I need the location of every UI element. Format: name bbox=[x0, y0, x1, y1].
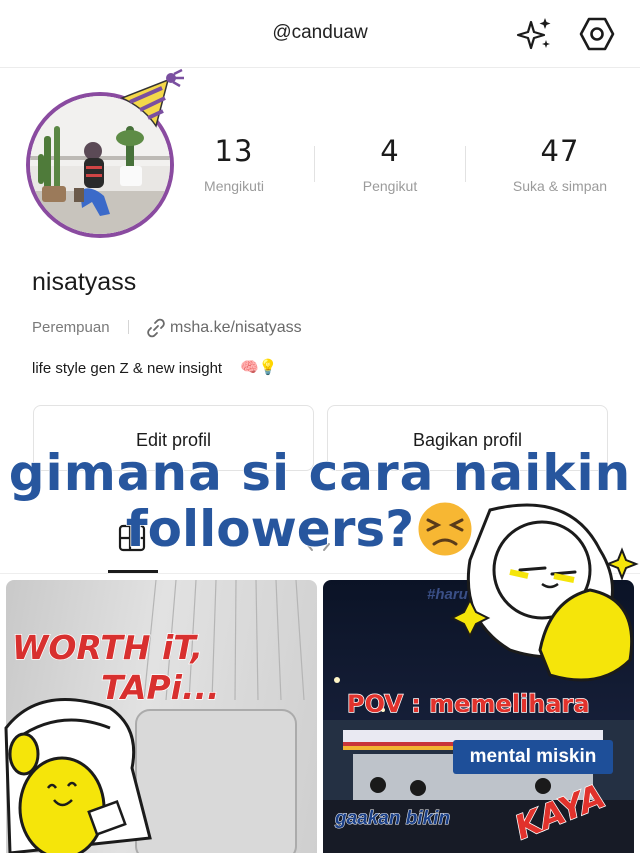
stat-followers-label: Pengikut bbox=[362, 178, 418, 194]
gender-label: Perempuan bbox=[32, 319, 110, 336]
stat-divider bbox=[465, 146, 466, 182]
top-bar: @canduaw bbox=[0, 0, 640, 68]
link-icon bbox=[147, 318, 165, 338]
stat-following-value: 13 bbox=[214, 134, 254, 168]
stat-divider bbox=[314, 146, 315, 182]
meta-divider bbox=[128, 320, 129, 334]
stat-following-label: Mengikuti bbox=[204, 178, 264, 194]
post-caption-line1: WORTH iT, bbox=[11, 627, 204, 668]
settings-icon[interactable] bbox=[578, 16, 616, 52]
bio-emojis: 🧠💡 bbox=[240, 359, 278, 376]
stat-likes-saves[interactable]: 47 Suka & simpan bbox=[490, 134, 630, 194]
stat-followers-value: 4 bbox=[380, 134, 400, 168]
stat-likes-label: Suka & simpan bbox=[512, 178, 608, 194]
yellow-character-sticker-icon bbox=[4, 698, 152, 853]
post-caption-bottom: gaakan bikin bbox=[334, 808, 451, 830]
party-hat-icon bbox=[120, 68, 184, 128]
stat-likes-value: 47 bbox=[540, 134, 580, 168]
display-name: nisatyass bbox=[32, 268, 137, 296]
sparkle-icon[interactable] bbox=[516, 16, 554, 52]
stat-followers[interactable]: 4 Pengikut bbox=[320, 134, 460, 194]
overlay-headline-line1: gimana si cara naikin bbox=[8, 443, 632, 503]
post-caption-banner: mental miskin bbox=[453, 740, 613, 774]
profile-bio: life style gen Z & new insight bbox=[32, 360, 223, 377]
sleepy-character-sticker-icon bbox=[450, 503, 639, 682]
profile-link[interactable]: msha.ke/nisatyass bbox=[170, 319, 302, 337]
stat-following[interactable]: 13 Mengikuti bbox=[164, 134, 304, 194]
overlay-headline-line2: followers? bbox=[125, 499, 415, 559]
